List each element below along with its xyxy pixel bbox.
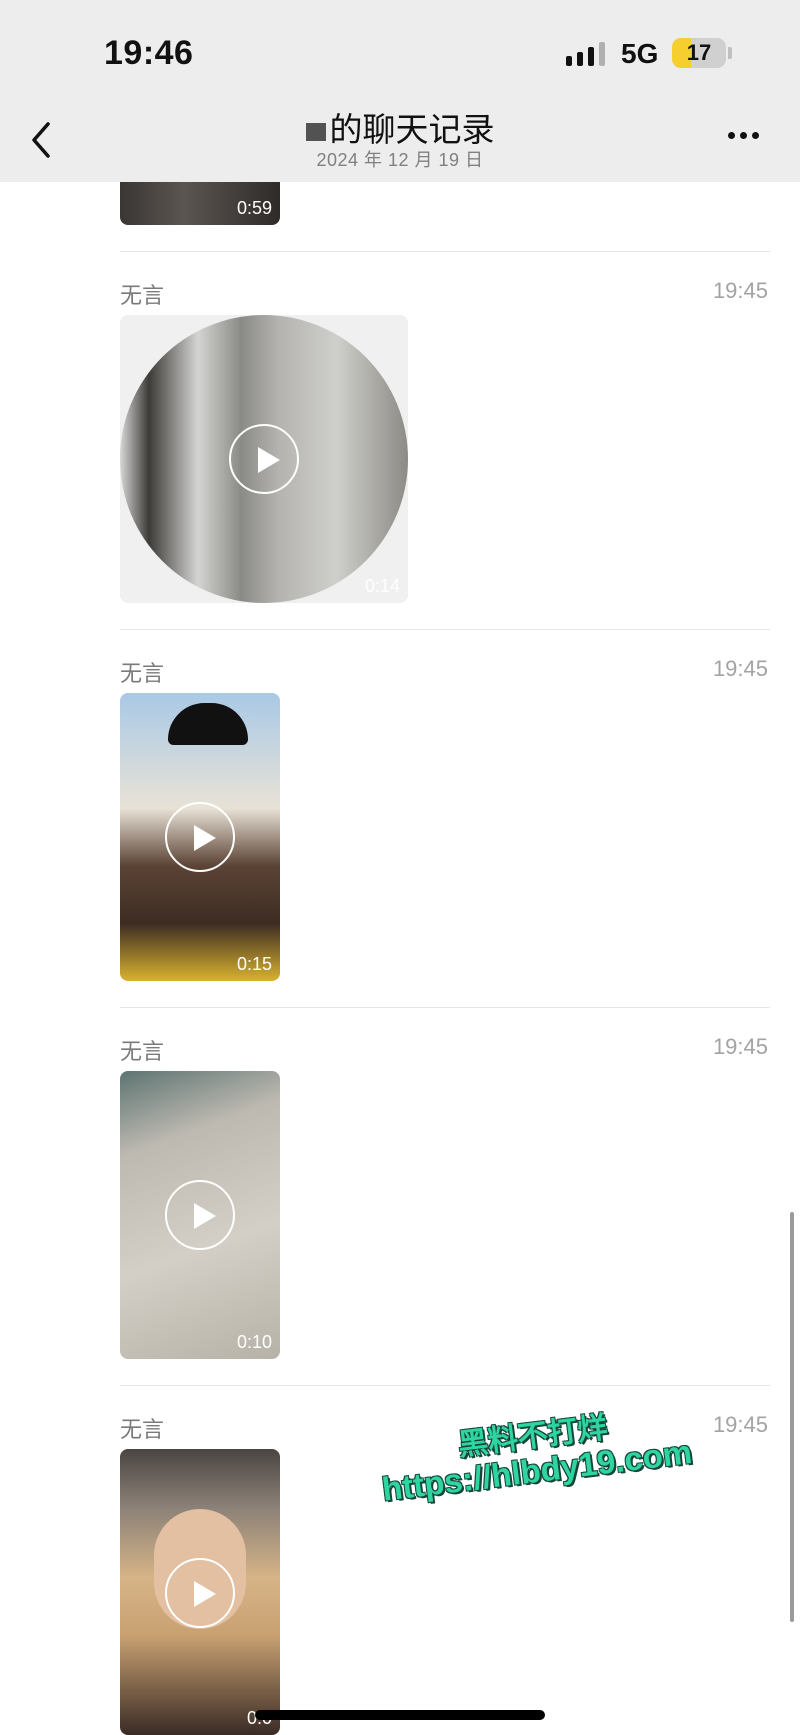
message-time: 19:45 [712,1412,768,1437]
message-divider [120,1007,770,1008]
play-icon[interactable] [165,1558,235,1628]
video-duration: 0:10 [236,1332,272,1352]
message-sender: 无言 [120,1039,165,1064]
play-icon[interactable] [165,1180,235,1250]
message-divider [120,1385,770,1386]
message-time: 19:45 [712,278,768,303]
home-indicator[interactable] [255,1710,545,1720]
video-message-thumbnail[interactable]: 0:10 [120,1071,280,1359]
video-message-thumbnail[interactable]: 0:15 [120,693,280,981]
battery-icon: 17 [672,38,726,68]
message-divider [120,629,770,630]
battery-cap [728,47,732,59]
signal-icon [566,42,605,66]
video-duration: 0:14 [364,576,400,596]
message-divider [120,251,770,252]
message-time: 19:45 [712,656,768,681]
redacted-name [305,123,326,142]
more-dots-icon[interactable] [728,126,768,146]
video-duration: 0:59 [236,198,272,218]
message-sender: 无言 [120,661,165,686]
status-time: 19:46 [104,34,194,72]
watermark: 黑料不打烊 https://hlbdy19.com [357,1399,713,1510]
message-time: 19:45 [712,1034,768,1059]
page-date: 2024 年 12 月 19 日 [316,150,484,170]
network-type: 5G [621,38,659,69]
play-icon[interactable] [229,424,299,494]
top-bar: 19:46 5G 17 的聊天记录 2024 年 12 月 19 日 [0,0,800,182]
message-sender: 无言 [120,283,165,308]
page-title: 的聊天记录 [329,111,495,148]
play-icon[interactable] [165,802,235,872]
battery-level: 17 [686,40,712,65]
video-message-thumbnail[interactable]: 0:0 [120,1449,280,1735]
chat-history-title: 的聊天记录 2024 年 12 月 19 日 [0,110,800,172]
video-frame-detail [168,703,248,745]
message-sender: 无言 [120,1417,165,1442]
video-duration: 0:15 [236,954,272,974]
scrollbar[interactable] [790,1212,794,1622]
video-message-thumbnail[interactable]: 0:14 [120,315,408,603]
